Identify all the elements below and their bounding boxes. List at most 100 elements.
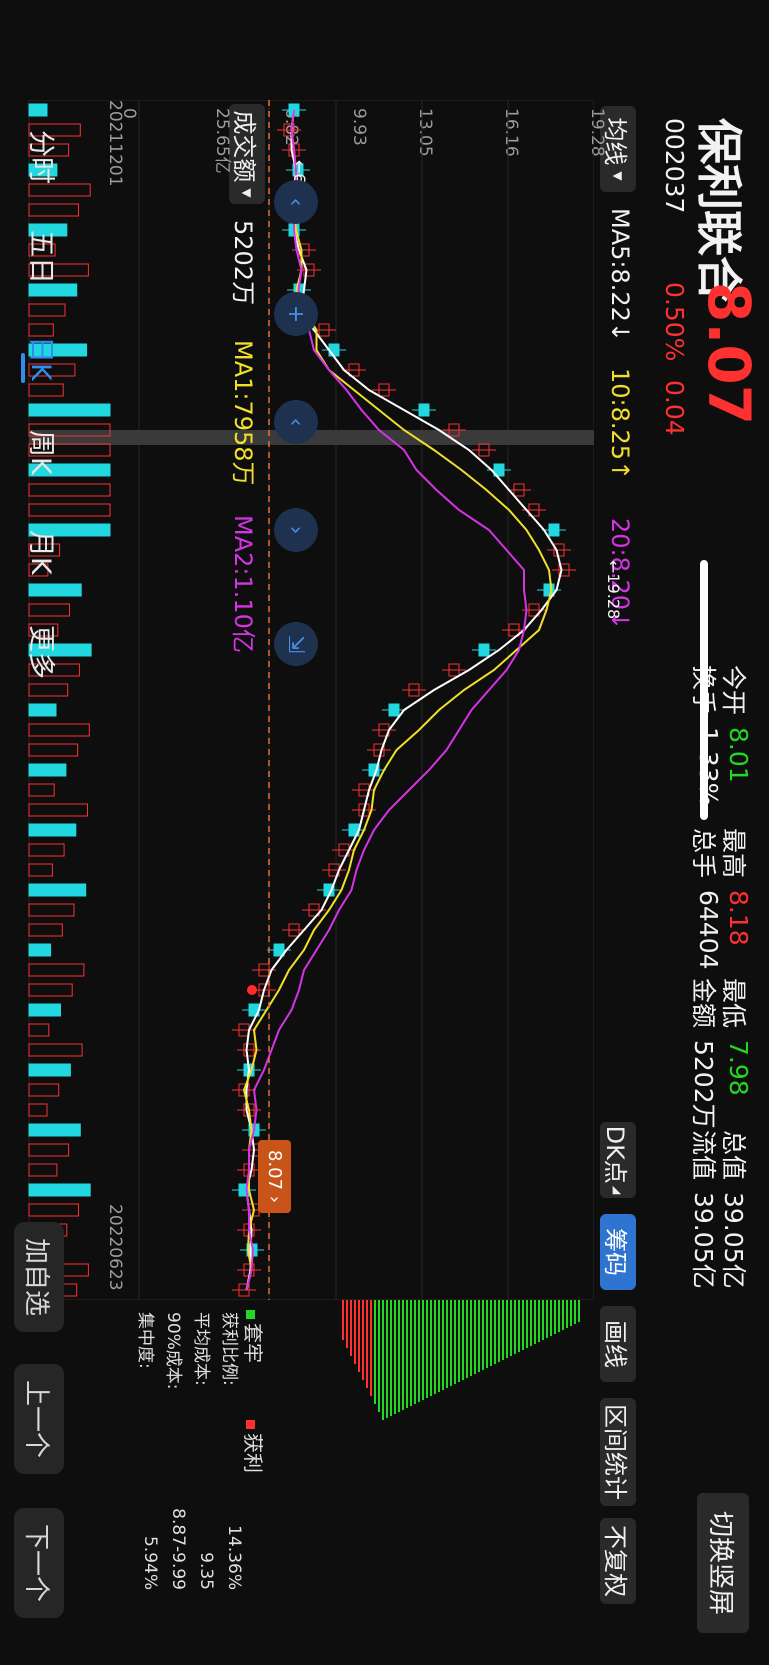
current-price-tag[interactable]: 8.07 › <box>258 1140 291 1213</box>
chip-bar <box>562 1300 564 1330</box>
chip-bar <box>570 1300 572 1326</box>
tab-2[interactable]: 日K <box>24 336 63 381</box>
volume-bar <box>28 323 54 337</box>
stat-value: 7.98 <box>724 1040 753 1096</box>
chip-bar <box>486 1300 488 1368</box>
chip-bar <box>378 1300 380 1412</box>
high-marker: ←19.28 <box>604 560 623 620</box>
draw-line-button[interactable]: 画线 <box>600 1306 636 1382</box>
volume-bar <box>28 1063 71 1077</box>
chip-stat-value: 14.36% <box>224 1525 244 1590</box>
chip-bar <box>518 1300 520 1352</box>
chip-bar <box>538 1300 540 1342</box>
chart-grid <box>28 100 594 1300</box>
volume-ma2: MA2:1.10亿 <box>229 515 257 653</box>
chip-bar <box>422 1300 424 1400</box>
interval-stats-button[interactable]: 区间统计 <box>600 1398 636 1506</box>
volume-bar <box>28 603 70 617</box>
stock-name: 保利联合 <box>692 118 746 302</box>
next-button[interactable]: 下一个 <box>14 1508 64 1618</box>
home-indicator[interactable] <box>700 560 708 820</box>
ma5-value: MA5:8.22↓ <box>606 208 634 343</box>
tab-1[interactable]: 五日 <box>24 230 63 284</box>
nav-left-icon[interactable]: ‹ <box>274 400 318 444</box>
chip-bar <box>434 1300 436 1394</box>
chip-bar <box>370 1300 372 1396</box>
chip-bar <box>466 1300 468 1378</box>
volume-bar <box>28 783 55 797</box>
chip-bar <box>350 1300 352 1356</box>
tab-3[interactable]: 周K <box>24 430 63 475</box>
chip-bar <box>438 1300 440 1392</box>
tab-4[interactable]: 月K <box>24 530 63 575</box>
chip-bar <box>462 1300 464 1380</box>
volume-bar <box>28 1083 60 1097</box>
add-watchlist-button[interactable]: 加自选 <box>14 1222 64 1332</box>
volume-bar <box>28 723 90 737</box>
dk-point-button[interactable]: DK点 ◢ <box>600 1122 636 1198</box>
switch-portrait-button[interactable]: 切换竖屏 <box>697 1493 749 1633</box>
chip-bar <box>478 1300 480 1372</box>
chip-distribution-chart <box>342 1300 580 1420</box>
volume-bar <box>28 303 66 317</box>
volume-bar <box>28 983 73 997</box>
chip-bar <box>498 1300 500 1362</box>
no-adjust-button[interactable]: 不复权 <box>600 1518 636 1604</box>
caret-down-icon: ▼ <box>611 171 625 181</box>
volume-bar <box>28 1203 79 1217</box>
volume-bar <box>28 503 111 517</box>
chip-bar <box>578 1300 580 1322</box>
chip-bar <box>490 1300 492 1366</box>
previous-button[interactable]: 上一个 <box>14 1364 64 1474</box>
volume-bar <box>28 1183 91 1197</box>
start-date: 20211201 <box>105 100 125 187</box>
chip-bar <box>394 1300 396 1414</box>
chip-bar <box>390 1300 392 1416</box>
chip-bar <box>542 1300 544 1340</box>
nav-zoom-in-icon[interactable]: + <box>274 292 318 336</box>
volume-bar <box>28 823 77 837</box>
chip-bar <box>514 1300 516 1354</box>
chip-bar <box>546 1300 548 1338</box>
chip-bar <box>366 1300 368 1388</box>
chips-button[interactable]: 筹码 <box>600 1214 636 1290</box>
active-tab-indicator <box>21 353 25 383</box>
chip-bar <box>494 1300 496 1364</box>
chip-bar <box>506 1300 508 1358</box>
chip-stat-value: 8.87-9.99 <box>168 1508 188 1590</box>
chip-bar <box>362 1300 364 1380</box>
chip-bar <box>558 1300 560 1332</box>
candle-body <box>328 343 340 357</box>
volume-bar <box>28 763 67 777</box>
legend-profit: 获利 <box>240 1420 269 1473</box>
tab-5[interactable]: 更多 <box>24 625 63 679</box>
chip-stat-label: 90%成本: <box>163 1312 183 1390</box>
tab-0[interactable]: 分时 <box>24 130 63 184</box>
chip-bar <box>574 1300 576 1324</box>
chip-bar <box>474 1300 476 1374</box>
volume-bar <box>28 583 82 597</box>
chip-stat-label: 集中度: <box>135 1312 155 1369</box>
stat-value: 5202万 <box>689 1040 718 1129</box>
chip-bar <box>510 1300 512 1356</box>
volume-bar <box>28 183 91 197</box>
candlesticks <box>232 103 576 1297</box>
nav-zoom-out-icon[interactable]: ⇲ <box>274 622 318 666</box>
volume-value: 5202万 <box>229 220 257 306</box>
ma-line <box>245 109 528 1291</box>
chip-bar <box>566 1300 568 1328</box>
stock-code: 002037 <box>660 118 689 214</box>
ma10-value: 10:8.25↑ <box>606 368 634 481</box>
legend-trapped: 套牢 <box>240 1310 269 1363</box>
chip-bar <box>346 1300 348 1348</box>
landscape-stage: 保利联合 8.07 002037 0.50% 0.04 今开 8.01 最高 8.18… <box>0 0 769 1665</box>
volume-bar <box>28 1043 83 1057</box>
chip-stat-label: 平均成本: <box>191 1312 211 1386</box>
kline-chart[interactable] <box>28 100 594 1300</box>
volume-bar <box>28 283 78 297</box>
nav-up-icon[interactable]: ‹ <box>274 180 318 224</box>
candle-body <box>418 403 430 417</box>
dk-point-label: DK点 <box>601 1125 630 1184</box>
nav-right-icon[interactable]: › <box>274 508 318 552</box>
chip-bar <box>398 1300 400 1412</box>
